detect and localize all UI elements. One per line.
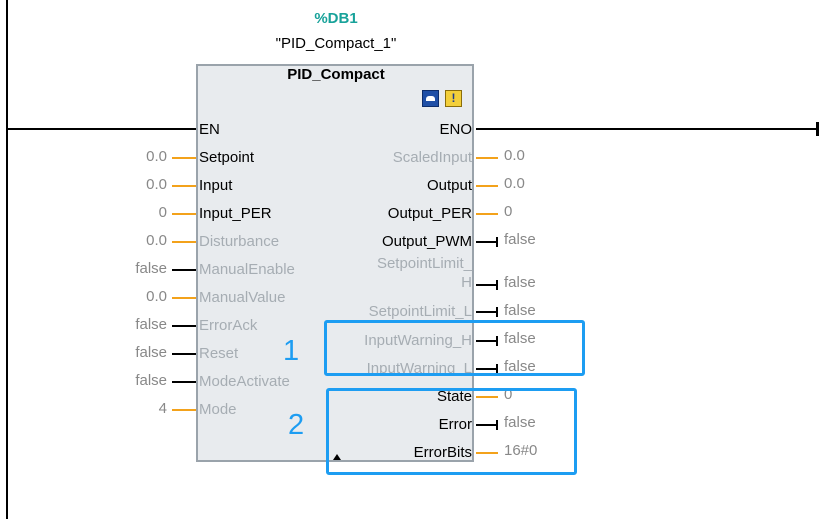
wire-manual-enable bbox=[172, 269, 196, 271]
wire-end-setpoint-limit-l bbox=[496, 307, 498, 317]
pin-output-per[interactable]: Output_PER bbox=[388, 205, 472, 223]
value-manual-value[interactable]: 0.0 bbox=[97, 288, 167, 306]
rung-end-marker bbox=[816, 122, 819, 136]
wire-scaled-input bbox=[476, 157, 498, 159]
callout-box-1 bbox=[324, 320, 585, 376]
value-setpoint-limit-l[interactable]: false bbox=[504, 302, 536, 320]
pin-setpoint-limit-l[interactable]: SetpointLimit_L bbox=[369, 303, 472, 321]
wire-disturbance bbox=[172, 241, 196, 243]
wire-reset bbox=[172, 353, 196, 355]
wire-output bbox=[476, 185, 498, 187]
wire-error-ack bbox=[172, 325, 196, 327]
wire-output-pwm bbox=[476, 241, 498, 243]
block-type-title: PID_Compact bbox=[287, 66, 385, 83]
value-setpoint[interactable]: 0.0 bbox=[97, 148, 167, 166]
pin-input-per[interactable]: Input_PER bbox=[199, 205, 272, 223]
value-output-per[interactable]: 0 bbox=[504, 203, 512, 221]
display-icon[interactable] bbox=[422, 90, 439, 107]
pin-input[interactable]: Input bbox=[199, 177, 232, 195]
wire-setpoint-limit-h bbox=[476, 284, 498, 286]
warning-icon[interactable]: ! bbox=[445, 90, 462, 107]
value-mode[interactable]: 4 bbox=[97, 400, 167, 418]
pin-setpoint-limit-h-suffix: H bbox=[461, 274, 472, 291]
value-manual-enable[interactable]: false bbox=[97, 260, 167, 278]
pin-disturbance[interactable]: Disturbance bbox=[199, 233, 279, 251]
wire-manual-value bbox=[172, 297, 196, 299]
value-scaled-input[interactable]: 0.0 bbox=[504, 147, 525, 165]
instance-name[interactable]: "PID_Compact_1" bbox=[196, 35, 476, 52]
wire-setpoint bbox=[172, 157, 196, 159]
value-input-per[interactable]: 0 bbox=[97, 204, 167, 222]
wire-output-per bbox=[476, 213, 498, 215]
pin-manual-value[interactable]: ManualValue bbox=[199, 289, 285, 307]
value-output[interactable]: 0.0 bbox=[504, 175, 525, 193]
value-error-ack[interactable]: false bbox=[97, 316, 167, 334]
value-input[interactable]: 0.0 bbox=[97, 176, 167, 194]
wire-input-per bbox=[172, 213, 196, 215]
wire-end-setpoint-limit-h bbox=[496, 280, 498, 290]
pin-reset[interactable]: Reset bbox=[199, 345, 238, 363]
rung-wire-right bbox=[476, 128, 818, 130]
callout-number-1: 1 bbox=[283, 335, 300, 367]
pin-manual-enable[interactable]: ManualEnable bbox=[199, 261, 295, 279]
left-power-rail bbox=[6, 0, 8, 519]
rung-wire-left bbox=[8, 128, 196, 130]
wire-mode-activate bbox=[172, 381, 196, 383]
wire-end-output-pwm bbox=[496, 237, 498, 247]
value-output-pwm[interactable]: false bbox=[504, 231, 536, 249]
wire-mode bbox=[172, 409, 196, 411]
value-setpoint-limit-h[interactable]: false bbox=[504, 274, 536, 292]
wire-input bbox=[172, 185, 196, 187]
pin-mode[interactable]: Mode bbox=[199, 401, 237, 419]
pin-mode-activate[interactable]: ModeActivate bbox=[199, 373, 290, 391]
callout-box-2 bbox=[326, 388, 577, 475]
value-mode-activate[interactable]: false bbox=[97, 372, 167, 390]
pin-output-pwm[interactable]: Output_PWM bbox=[382, 233, 472, 251]
pin-eno[interactable]: ENO bbox=[439, 121, 472, 139]
pin-scaled-input[interactable]: ScaledInput bbox=[393, 149, 472, 167]
pin-en[interactable]: EN bbox=[199, 121, 220, 139]
value-reset[interactable]: false bbox=[97, 344, 167, 362]
wire-setpoint-limit-l bbox=[476, 311, 498, 313]
pin-setpoint[interactable]: Setpoint bbox=[199, 149, 254, 167]
pin-setpoint-limit-h[interactable]: SetpointLimit_ bbox=[377, 255, 472, 273]
pin-error-ack[interactable]: ErrorAck bbox=[199, 317, 257, 335]
pin-output[interactable]: Output bbox=[427, 177, 472, 195]
instance-db-number[interactable]: %DB1 bbox=[196, 10, 476, 27]
value-disturbance[interactable]: 0.0 bbox=[97, 232, 167, 250]
callout-number-2: 2 bbox=[288, 409, 305, 441]
